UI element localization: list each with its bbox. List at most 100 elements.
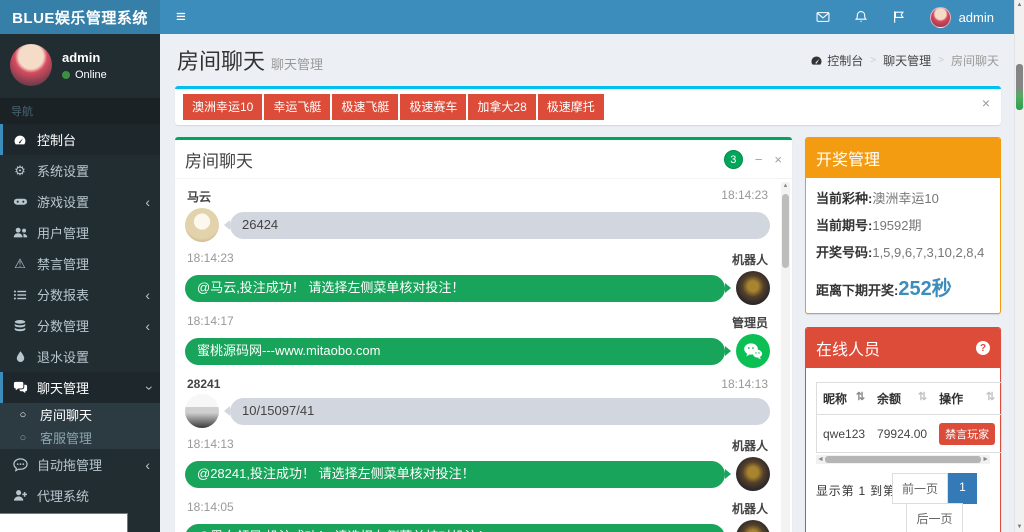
tag-lottery[interactable]: 幸运飞艇 (264, 94, 331, 120)
breadcrumb-current: 房间聊天 (950, 53, 999, 68)
sidebar-item-system-settings[interactable]: ⚙ 系统设置 (0, 155, 160, 186)
chat-panel-title: 房间聊天 (185, 152, 253, 171)
tag-lottery[interactable]: 澳洲幸运10 (183, 94, 263, 120)
lottery-numbers-row: 开奖号码:1,5,9,6,7,3,10,2,8,4 (816, 245, 985, 260)
message-author: 机器人 (731, 439, 768, 453)
lottery-type-row: 当前彩种:澳洲幸运10 (816, 191, 939, 206)
sidebar-item-score-report[interactable]: 分数报表 ‹ (0, 279, 160, 310)
avatar (736, 457, 770, 491)
sort-icon: ⇅ (917, 391, 928, 403)
top-bar: BLUE娱乐管理系统 ≡ admin (0, 0, 1024, 34)
bubble-arrow (725, 469, 731, 479)
countdown-value: 252秒 (898, 278, 952, 300)
close-icon[interactable]: × (774, 153, 782, 166)
messages-icon[interactable] (816, 10, 830, 24)
circle-icon: ○ (19, 408, 27, 421)
table-horizontal-scrollbar[interactable]: ◄ ► (816, 455, 990, 464)
chat-message: 马云 18:14:23 26424 (185, 188, 770, 242)
sidebar: admin Online 导航 控制台 ⚙ 系统设置 游戏设置 ‹ 用户管理 ⚠… (0, 34, 160, 532)
sidebar-user-status: Online (62, 69, 107, 81)
breadcrumb: 控制台 > 聊天管理 > 房间聊天 (810, 52, 999, 69)
scroll-left-icon[interactable]: ◄ (817, 455, 824, 464)
sidebar-item-mute-management[interactable]: ⚠ 禁言管理 (0, 248, 160, 279)
sidebar-item-game-settings[interactable]: 游戏设置 ‹ (0, 186, 160, 217)
droplet-icon (12, 350, 28, 363)
app-logo: BLUE娱乐管理系统 (0, 0, 160, 34)
avatar (185, 394, 219, 428)
table-scrollbar-thumb[interactable] (825, 456, 981, 463)
chevron-left-icon: ‹ (145, 286, 150, 303)
pagination-area: 显示第 1 到第 1 条记录 前一页 1 后一页 (816, 473, 990, 532)
message-author: 28241 (187, 377, 221, 391)
column-header-nickname[interactable]: 昵称 ⇅ (816, 382, 872, 415)
sidebar-item-dashboard[interactable]: 控制台 (0, 124, 160, 155)
sidebar-item-room-chat[interactable]: ○ 房间聊天 (0, 403, 160, 426)
flag-icon[interactable] (892, 10, 906, 24)
cell-balance: 79924.00 (877, 427, 928, 441)
message-author: 机器人 (731, 253, 768, 267)
sidebar-item-score-management[interactable]: 分数管理 ‹ (0, 310, 160, 341)
user-menu[interactable]: admin (929, 6, 994, 28)
tag-lottery[interactable]: 极速摩托 (537, 94, 604, 120)
chevron-left-icon: ‹ (145, 193, 150, 210)
breadcrumb-dashboard[interactable]: 控制台 (810, 52, 863, 69)
online-status-dot (62, 70, 70, 79)
wechat-avatar (736, 334, 770, 368)
main-content: 房间聊天 聊天管理 控制台 > 聊天管理 > 房间聊天 澳洲幸运10 幸运飞艇 极… (160, 34, 1014, 532)
page-scrollbar-thumb[interactable] (1016, 64, 1023, 110)
avatar (736, 271, 770, 305)
column-header-balance[interactable]: 余额 ⇅ (871, 382, 934, 415)
lottery-panel-body: 当前彩种:澳洲幸运10 当前期号:19592期 开奖号码:1,5,9,6,7,3… (806, 178, 1000, 313)
sidebar-item-customer-service[interactable]: ○ 客服管理 (0, 426, 160, 449)
sidebar-user-name: admin (62, 49, 101, 65)
scroll-up-icon[interactable]: ▲ (1015, 2, 1024, 8)
notifications-bell-icon[interactable] (854, 10, 868, 24)
tag-lottery[interactable]: 极速赛车 (400, 94, 467, 120)
lottery-tags-callout: 澳洲幸运10 幸运飞艇 极速飞艇 极速赛车 加拿大28 极速摩托 × (175, 86, 1001, 125)
sidebar-toggle-icon[interactable]: ≡ (164, 0, 198, 34)
page-1-button[interactable]: 1 (948, 473, 977, 504)
sidebar-item-rebate-settings[interactable]: 退水设置 (0, 341, 160, 372)
circle-icon: ○ (19, 431, 27, 444)
sidebar-item-user-management[interactable]: 用户管理 (0, 217, 160, 248)
tag-lottery[interactable]: 极速飞艇 (332, 94, 399, 120)
next-page-button[interactable]: 后一页 (906, 503, 963, 532)
gears-icon: ⚙ (14, 162, 26, 178)
help-icon[interactable]: ? (976, 341, 990, 355)
chat-message: 18:14:13 机器人 @28241,投注成功！ 请选择左侧菜单核对投注！ (185, 437, 770, 491)
scroll-right-icon[interactable]: ► (982, 455, 989, 464)
tag-lottery[interactable]: 加拿大28 (468, 94, 536, 120)
message-time: 18:14:13 (721, 377, 768, 391)
sidebar-item-chat-management[interactable]: 聊天管理 ‹ (0, 372, 160, 403)
message-time: 18:14:05 (187, 500, 234, 514)
list-icon (12, 288, 28, 302)
prev-page-button[interactable]: 前一页 (891, 473, 948, 504)
column-header-action[interactable]: 操作 ⇅ (933, 382, 1002, 415)
sidebar-item-agent-system[interactable]: 代理系统 (0, 480, 160, 511)
pagination: 前一页 1 后一页 (891, 473, 977, 532)
bubble-arrow (725, 283, 731, 293)
message-time: 18:14:23 (721, 188, 768, 202)
scroll-down-icon[interactable]: ▼ (1015, 524, 1024, 530)
collapse-icon[interactable]: − (755, 153, 763, 166)
scroll-up-icon[interactable]: ▲ (781, 183, 790, 189)
chat-scrollbar[interactable]: ▲ ▼ (781, 182, 790, 532)
warning-icon: ⚠ (14, 255, 26, 271)
cell-nickname: qwe123 (823, 427, 866, 441)
breadcrumb-chat-management[interactable]: 聊天管理 (883, 52, 931, 69)
user-avatar (929, 6, 951, 28)
online-users-panel-header: 在线人员 ? (806, 328, 1000, 368)
online-users-panel-body: 昵称 ⇅ 余额 ⇅ 操作 ⇅ qwe123 79924.00 禁言玩家 ◄ ► … (806, 368, 1003, 532)
page-scrollbar[interactable]: ▲ ▼ (1014, 0, 1024, 532)
breadcrumb-separator: > (938, 54, 944, 66)
sidebar-item-auto-bot-management[interactable]: 自动拖管理 ‹ (0, 449, 160, 480)
close-icon[interactable]: × (982, 96, 990, 110)
chat-scrollbar-thumb[interactable] (782, 194, 789, 268)
mute-player-button[interactable]: 禁言玩家 (939, 423, 996, 445)
user-menu-label: admin (958, 9, 994, 25)
chevron-left-icon: ‹ (145, 456, 150, 473)
message-bubble: @马云,投注成功！ 请选择左侧菜单核对投注！ (185, 274, 725, 302)
chat-column: 房间聊天 3 − × 马云 18:14:23 26424 18:14:23 机器… (175, 137, 792, 532)
content-header: 房间聊天 聊天管理 控制台 > 聊天管理 > 房间聊天 (175, 40, 1001, 86)
chat-message: 18:14:05 机器人 @黑白领导,投注成功！ 请选择左侧菜单核对投注！ (185, 500, 770, 532)
